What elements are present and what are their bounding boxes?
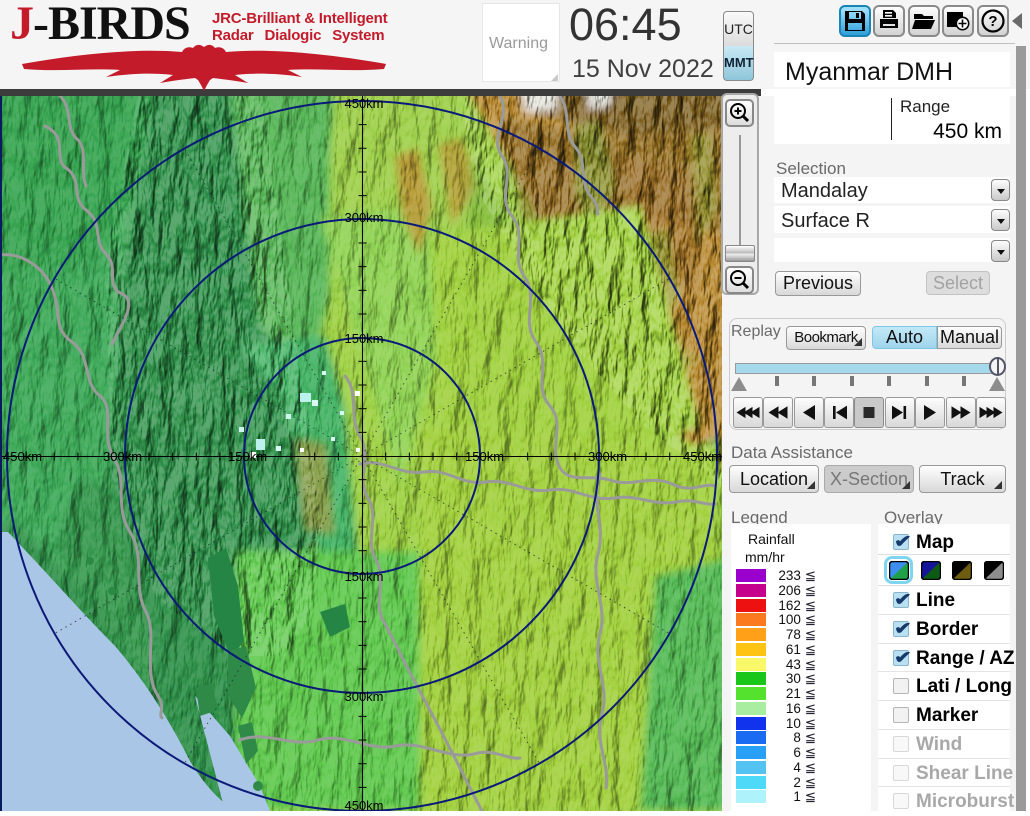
svg-text:300km: 300km: [588, 449, 627, 464]
svg-text:300km: 300km: [344, 689, 383, 704]
svg-text:300km: 300km: [103, 449, 142, 464]
svg-text:?: ?: [988, 13, 997, 30]
svg-text:150km: 150km: [228, 449, 267, 464]
svg-text:450km: 450km: [344, 798, 383, 811]
svg-text:450km: 450km: [3, 449, 42, 464]
svg-text:150km: 150km: [465, 449, 504, 464]
svg-text:150km: 150km: [344, 569, 383, 584]
svg-text:300km: 300km: [344, 210, 383, 225]
svg-text:150km: 150km: [344, 331, 383, 346]
svg-text:450km: 450km: [683, 449, 722, 464]
svg-text:450km: 450km: [344, 96, 383, 111]
